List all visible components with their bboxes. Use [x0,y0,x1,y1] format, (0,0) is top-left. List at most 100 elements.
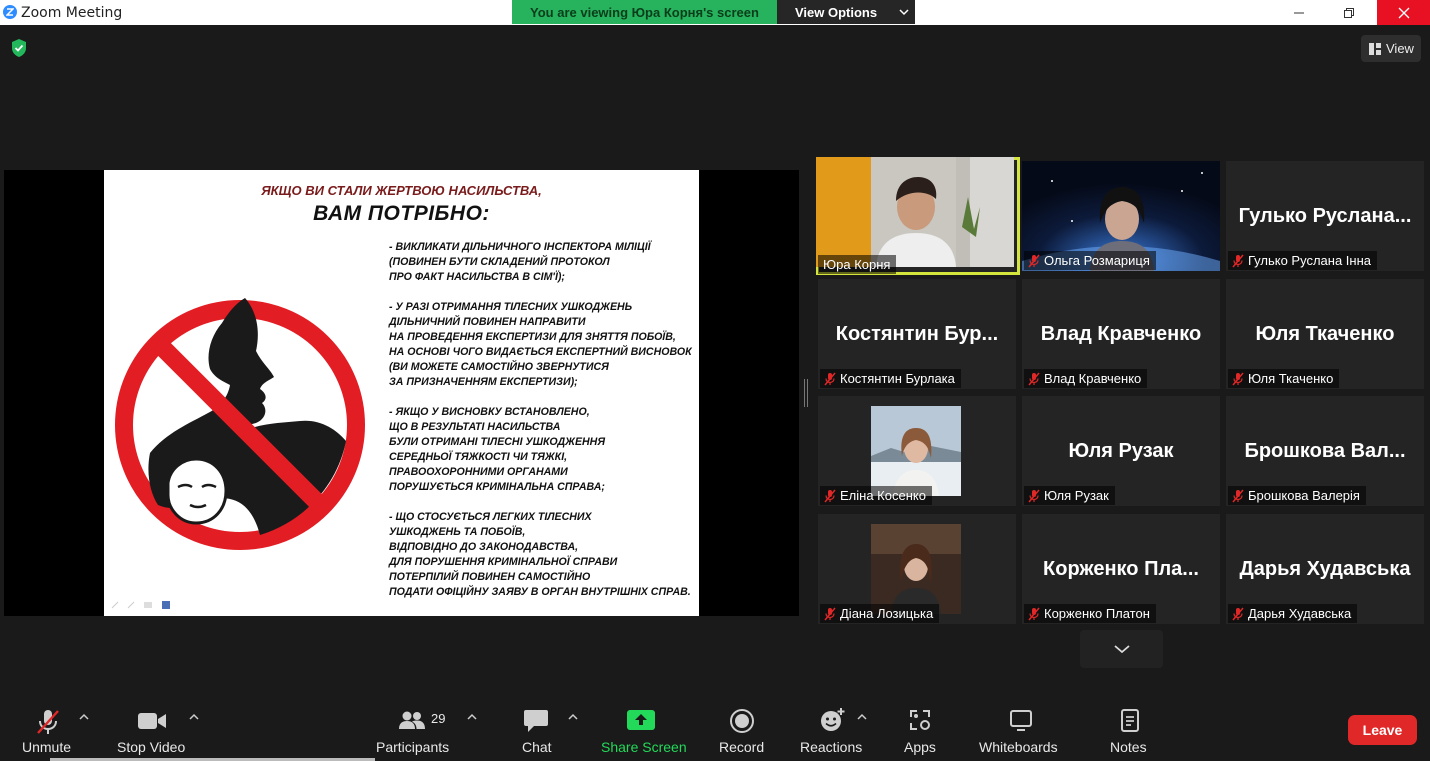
participant-video [871,406,961,496]
zoom-logo-icon [3,5,17,19]
close-button[interactable] [1377,0,1430,25]
participants-count-badge: 29 [431,711,446,726]
apps-button[interactable]: Apps [904,690,938,761]
whiteboards-button[interactable]: Whiteboards [979,690,1063,761]
participant-tile[interactable]: Ольга Розмариця [1022,161,1220,271]
chat-button[interactable]: Chat [520,690,554,761]
participants-options-caret[interactable] [466,690,480,761]
notes-button[interactable]: Notes [1110,690,1150,761]
participant-name: Костянтин Бурлака [840,371,955,386]
meeting-toolbar: Unmute Stop Video 29 Participants Chat S… [0,690,1430,761]
participant-tile[interactable]: Юра Корня [816,157,1020,275]
gallery-next-page-button[interactable] [1080,630,1163,668]
participant-tile[interactable]: Гулько Руслана... Гулько Руслана Інна [1226,161,1424,271]
participant-name: Дарья Худавська [1248,606,1352,621]
microphone-muted-icon [37,710,59,734]
chevron-down-icon [899,9,909,16]
participant-display-name: Влад Кравченко [1040,323,1202,345]
prohibition-sign-image [115,298,365,550]
participant-name: Юля Рузак [1044,488,1109,503]
participant-video [871,524,961,614]
participant-name-label: Діана Лозицька [820,604,940,623]
participant-name: Діана Лозицька [840,606,934,621]
participant-tile[interactable]: Юля Рузак Юля Рузак [1022,396,1220,506]
participant-tile[interactable]: Юля Ткаченко Юля Ткаченко [1226,279,1424,389]
chevron-down-icon [1113,645,1130,654]
audio-options-caret[interactable] [78,690,92,761]
participant-name-label: Юля Ткаченко [1228,369,1340,388]
zoom-meeting-window: Zoom Meeting You are viewing Юра Корня's… [0,0,1430,761]
participant-name-label: Ольга Розмариця [1024,251,1156,270]
participant-tile[interactable]: Діана Лозицька [818,514,1016,624]
share-screen-button[interactable]: Share Screen [601,690,687,761]
participant-name-label: Брошкова Валерія [1228,486,1366,505]
shared-screen-area[interactable]: ЯКЩО ВИ СТАЛИ ЖЕРТВОЮ НАСИЛЬСТВА, ВАМ ПО… [4,170,799,616]
chat-label: Chat [522,739,552,755]
participant-name-label: Еліна Косенко [820,486,932,505]
participant-name: Корженко Платон [1044,606,1150,621]
grid-layout-icon [1369,42,1381,55]
participant-tile[interactable]: Брошкова Вал... Брошкова Валерія [1226,396,1424,506]
slide-paragraph: - У РАЗІ ОТРИМАННЯ ТІЛЕСНИХ УШКОДЖЕНЬ ДІЛ… [389,301,692,388]
chevron-up-icon [467,713,477,720]
microphone-muted-icon [1028,489,1040,502]
presentation-slide: ЯКЩО ВИ СТАЛИ ЖЕРТВОЮ НАСИЛЬСТВА, ВАМ ПО… [104,170,699,616]
reactions-options-caret[interactable] [856,690,870,761]
minimize-button[interactable] [1276,0,1322,25]
microphone-muted-icon [1232,254,1244,267]
participant-display-name: Юля Ткаченко [1255,323,1395,345]
participant-tile[interactable]: Корженко Пла... Корженко Платон [1022,514,1220,624]
restore-button[interactable] [1326,0,1372,25]
notes-label: Notes [1110,739,1147,755]
participant-name: Юра Корня [823,257,891,272]
screen-share-banner: You are viewing Юра Корня's screen View … [512,0,915,24]
slide-paragraph: - ЯКЩО У ВИСНОВКУ ВСТАНОВЛЕНО, ЩО В РЕЗУЛ… [389,406,606,493]
chevron-up-icon [189,713,199,720]
encryption-shield-icon[interactable] [10,38,28,63]
window-title: Zoom Meeting [21,5,123,21]
participants-icon [399,711,425,729]
participants-button[interactable]: 29 Participants [376,690,456,761]
slide-tool-icons[interactable] [110,600,174,610]
participant-name: Гулько Руслана Інна [1248,253,1371,268]
view-label: View [1386,41,1414,56]
participant-tile[interactable]: Дарья Худавська Дарья Худавська [1226,514,1424,624]
view-options-button[interactable]: View Options [777,0,915,24]
view-options-label: View Options [795,4,878,20]
chat-options-caret[interactable] [567,690,581,761]
slide-title-line-2: ВАМ ПОТРІБНО: [313,202,490,225]
panel-splitter-handle[interactable] [804,379,808,407]
record-button[interactable]: Record [719,690,767,761]
participant-name: Юля Ткаченко [1248,371,1334,386]
slide-paragraph: - ВИКЛИКАТИ ДІЛЬНИЧНОГО ІНСПЕКТОРА МІЛІЦ… [389,241,651,283]
participant-display-name: Юля Рузак [1068,440,1174,462]
video-options-caret[interactable] [188,690,202,761]
slide-title-line-1: ЯКЩО ВИ СТАЛИ ЖЕРТВОЮ НАСИЛЬСТВА, [261,183,542,198]
microphone-muted-icon [824,607,836,620]
chevron-up-icon [857,713,867,720]
chat-bubble-icon [524,710,548,732]
participant-display-name: Дарья Худавська [1239,558,1411,580]
leave-button[interactable]: Leave [1348,715,1417,745]
participant-name-label: Юра Корня [818,255,897,274]
participant-tile[interactable]: Влад Кравченко Влад Кравченко [1022,279,1220,389]
reactions-label: Reactions [800,739,863,755]
participant-display-name: Корженко Пла... [1043,558,1199,580]
participant-name: Ольга Розмариця [1044,253,1150,268]
microphone-muted-icon [824,489,836,502]
share-screen-icon [627,710,655,730]
participant-tile[interactable]: Костянтин Бур... Костянтин Бурлака [818,279,1016,389]
view-layout-button[interactable]: View [1361,35,1421,62]
slide-tools[interactable] [110,600,174,612]
participant-display-name: Брошкова Вал... [1244,440,1406,462]
participant-tile[interactable]: Еліна Косенко [818,396,1016,506]
viewing-screen-label: You are viewing Юра Корня's screen [512,0,777,24]
share-screen-label: Share Screen [601,739,687,755]
apps-label: Apps [904,739,936,755]
stop-video-button[interactable]: Stop Video [117,690,189,761]
participant-video [816,157,1014,267]
notes-icon [1121,709,1139,732]
record-icon [730,709,754,733]
participants-label: Participants [376,739,450,755]
chevron-up-icon [568,713,578,720]
